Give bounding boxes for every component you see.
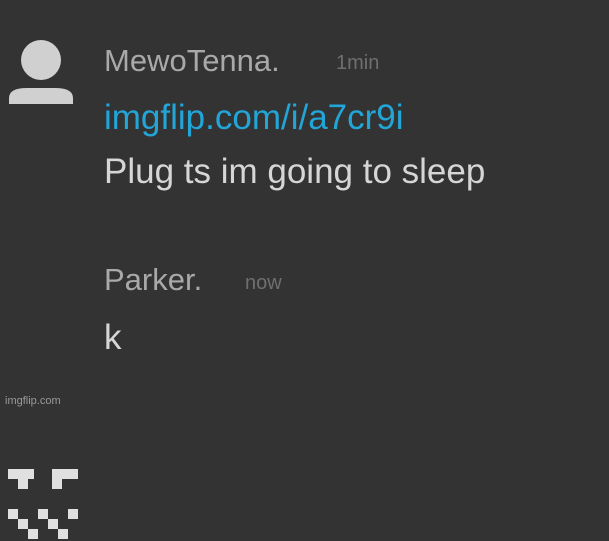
comment-timestamp: 1min (336, 52, 380, 74)
default-user-icon[interactable] (9, 38, 73, 104)
comment-username[interactable]: Parker. (104, 264, 202, 295)
pixel-face-icon[interactable] (8, 469, 78, 541)
comment-username[interactable]: MewoTenna. (104, 45, 280, 76)
watermark: imgflip.com (5, 395, 61, 407)
comment-mewotenna: MewoTenna. 1min imgflip.com/i/a7cr9i Plu… (0, 0, 609, 215)
comment-timestamp: now (245, 272, 282, 294)
comment-link[interactable]: imgflip.com/i/a7cr9i (104, 100, 404, 135)
comment-parker: Parker. now k (0, 215, 609, 539)
comment-text: k (104, 318, 122, 357)
comment-text: Plug ts im going to sleep (104, 152, 486, 191)
